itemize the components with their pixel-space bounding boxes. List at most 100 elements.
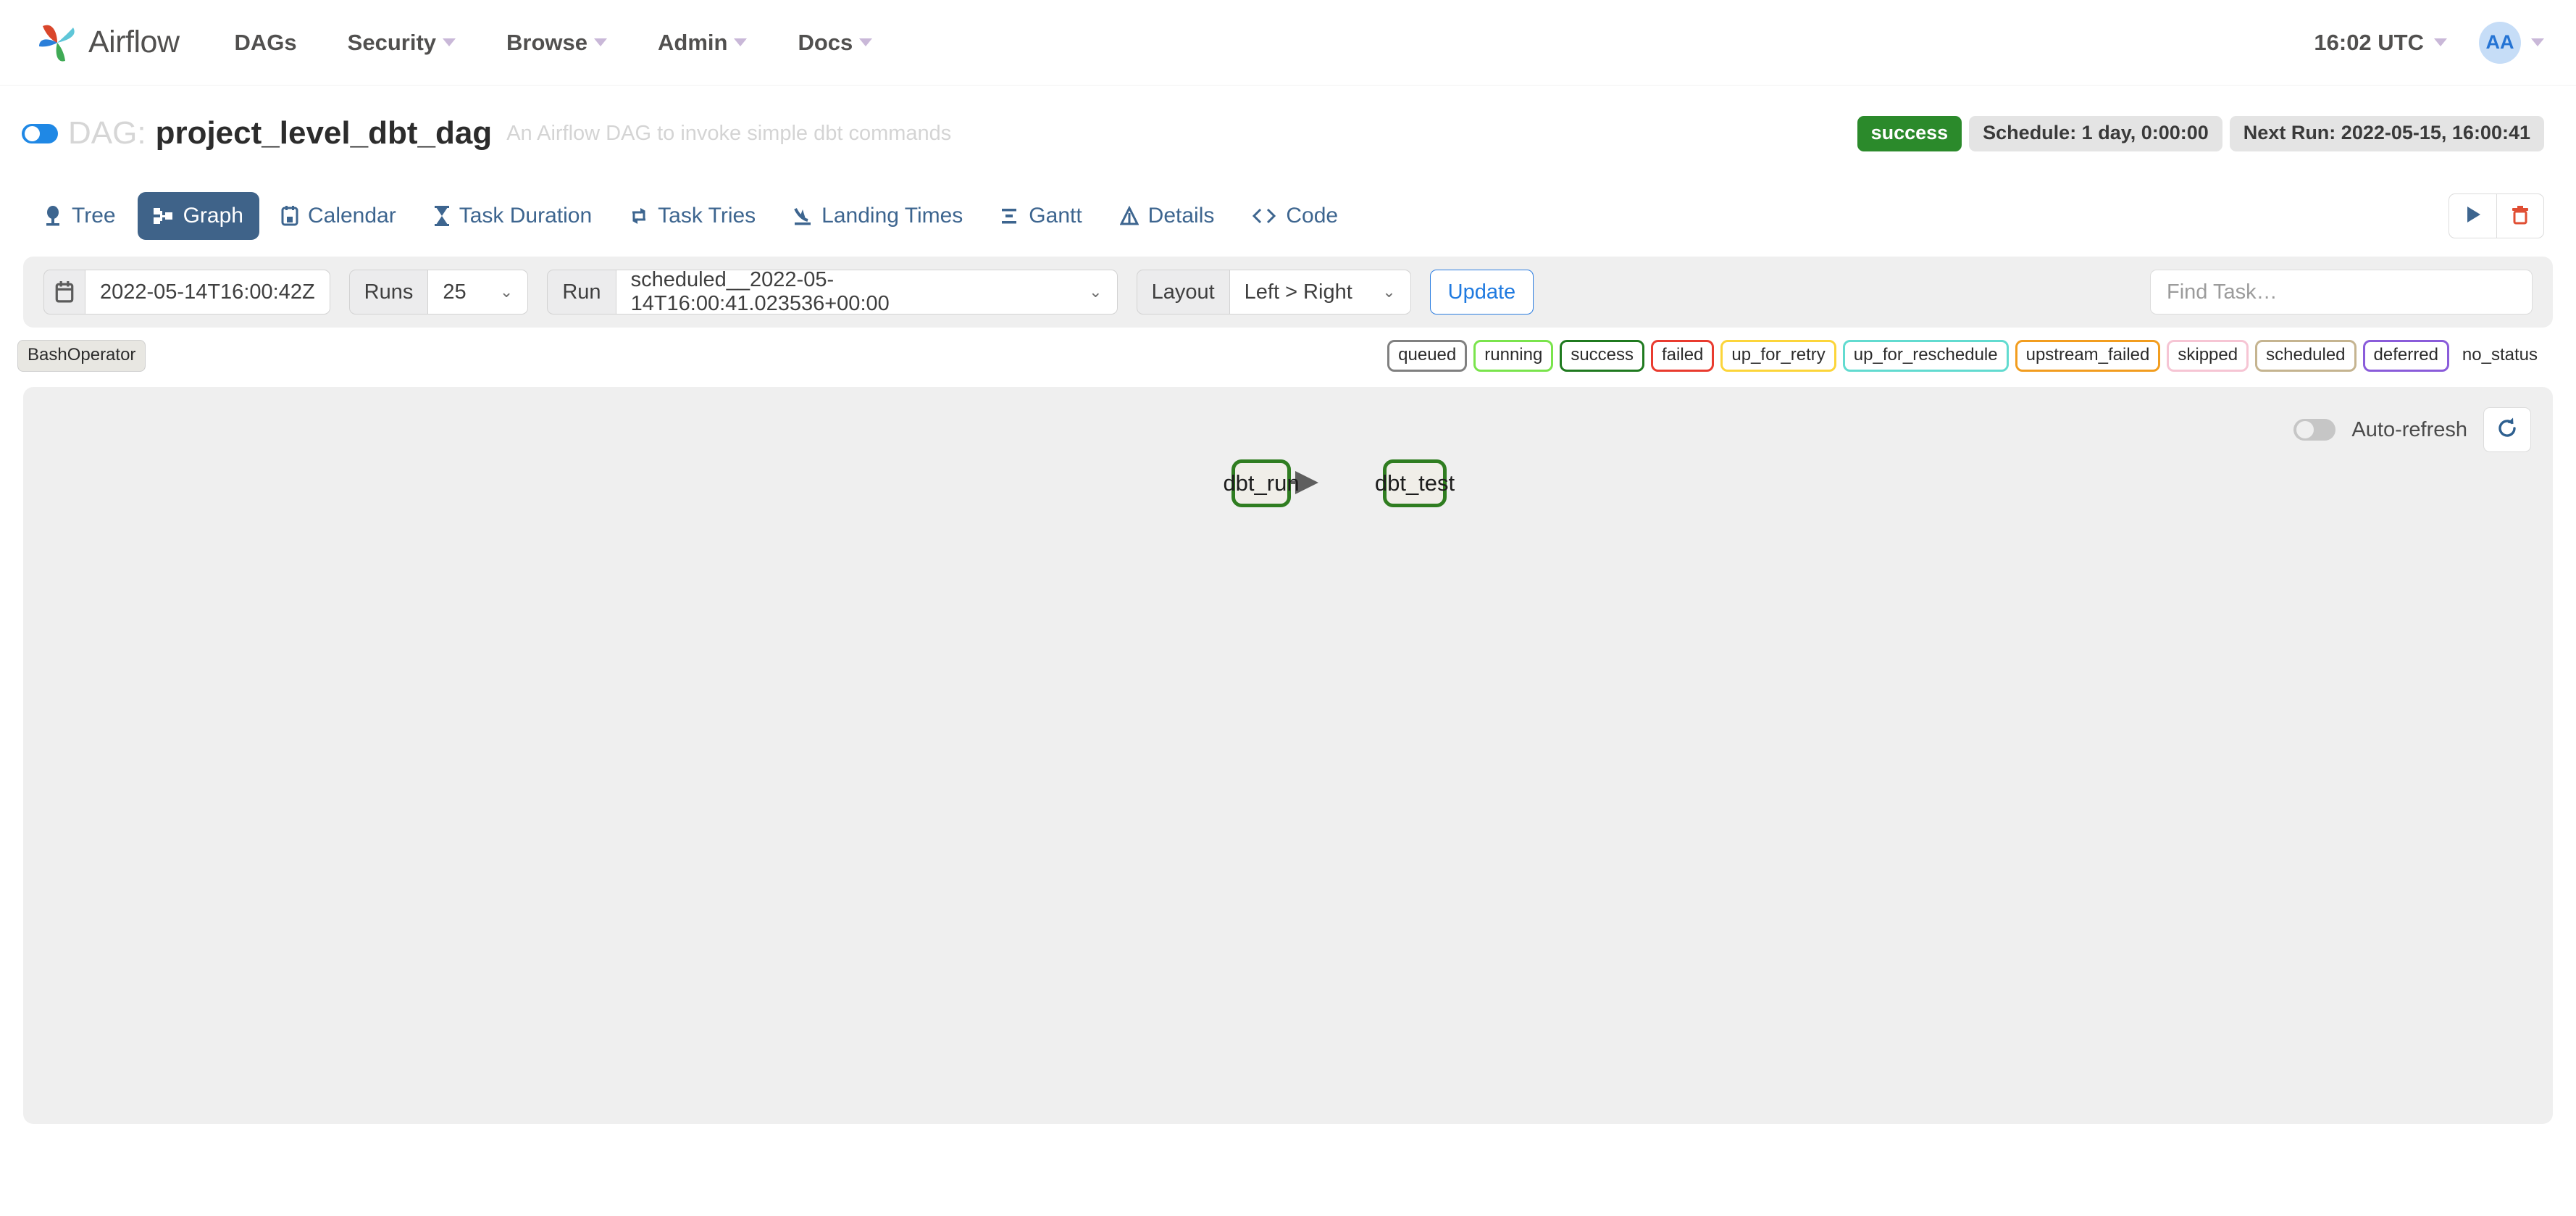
dag-header: DAG: project_level_dbt_dag An Airflow DA… xyxy=(0,103,2576,164)
run-select[interactable]: scheduled__2022-05-14T16:00:41.023536+00… xyxy=(616,268,1118,315)
tab-task-duration-label: Task Duration xyxy=(459,204,593,228)
legend-state-failed: failed xyxy=(1651,340,1715,372)
layout-select[interactable]: Left > Right ⌄ xyxy=(1229,270,1411,315)
layout-group: Layout Left > Right ⌄ xyxy=(1136,270,1411,315)
gantt-icon xyxy=(1000,206,1019,226)
legend-state-up-for-retry: up_for_retry xyxy=(1720,340,1836,372)
chevron-down-icon xyxy=(2531,38,2544,46)
schedule-badge: Schedule: 1 day, 0:00:00 xyxy=(1969,115,2222,151)
runs-select-value: 25 xyxy=(443,280,467,304)
graph-toolbar: 2022-05-14T16:00:42Z Runs 25 ⌄ Run sched… xyxy=(23,257,2553,328)
graph-icon xyxy=(153,206,174,226)
legend-state-up-for-reschedule: up_for_reschedule xyxy=(1842,340,2009,372)
tab-task-duration[interactable]: Task Duration xyxy=(418,192,608,240)
avatar: AA xyxy=(2479,21,2521,64)
chevron-down-icon xyxy=(2434,38,2447,46)
tab-code[interactable]: Code xyxy=(1236,192,1354,240)
status-badge: success xyxy=(1857,115,1962,151)
nav-link-dags-label: DAGs xyxy=(234,29,297,55)
calendar-icon[interactable] xyxy=(43,270,85,315)
chevron-down-icon: ⌄ xyxy=(1089,283,1103,301)
legend-state-success: success xyxy=(1560,340,1645,372)
page-title: project_level_dbt_dag xyxy=(155,115,493,151)
tab-tree[interactable]: Tree xyxy=(28,192,132,240)
next-run-badge: Next Run: 2022-05-15, 16:00:41 xyxy=(2229,115,2544,151)
task-state-legend: queued running success failed up_for_ret… xyxy=(1387,340,2548,372)
legend-state-deferred: deferred xyxy=(2362,340,2449,372)
hourglass-icon xyxy=(434,206,450,226)
tree-icon xyxy=(43,206,62,226)
runs-label: Runs xyxy=(348,270,429,315)
nav-links: DAGs Security Browse Admin Docs xyxy=(235,30,873,56)
airflow-pinwheel-icon xyxy=(33,19,81,67)
trigger-dag-button[interactable] xyxy=(2449,193,2496,238)
legend-state-no-status: no_status xyxy=(2462,345,2538,365)
legend-state-scheduled: scheduled xyxy=(2255,340,2357,372)
brand-logo[interactable]: Airflow xyxy=(33,19,180,67)
toggle-knob xyxy=(25,125,40,141)
chevron-down-icon xyxy=(443,38,456,46)
tab-details[interactable]: Details xyxy=(1104,192,1231,240)
tab-gantt[interactable]: Gantt xyxy=(984,192,1097,240)
nav-link-docs[interactable]: Docs xyxy=(798,29,873,56)
tab-code-label: Code xyxy=(1286,204,1339,228)
nav-link-admin[interactable]: Admin xyxy=(658,29,748,56)
nav-link-docs-label: Docs xyxy=(798,29,853,55)
legend-state-upstream-failed: upstream_failed xyxy=(2015,340,2161,372)
run-label: Run xyxy=(547,270,616,315)
dag-actions xyxy=(2449,193,2544,238)
find-task-input[interactable]: Find Task… xyxy=(2150,270,2533,315)
calendar-icon xyxy=(281,206,298,226)
user-menu[interactable]: AA xyxy=(2479,21,2544,64)
nav-link-admin-label: Admin xyxy=(658,29,728,55)
dag-badges: success Schedule: 1 day, 0:00:00 Next Ru… xyxy=(1857,115,2544,151)
task-node-label: dbt_run xyxy=(1223,470,1300,496)
dag-label: DAG: xyxy=(68,115,146,151)
tab-landing-times[interactable]: Landing Times xyxy=(777,192,979,240)
delete-dag-button[interactable] xyxy=(2496,193,2544,238)
tab-graph-label: Graph xyxy=(183,204,243,228)
legend-state-running: running xyxy=(1473,340,1554,372)
chevron-down-icon: ⌄ xyxy=(1382,283,1396,301)
operator-badge: BashOperator xyxy=(17,340,146,372)
runs-group: Runs 25 ⌄ xyxy=(348,270,529,315)
tab-task-tries-label: Task Tries xyxy=(658,204,756,228)
landing-icon xyxy=(793,206,812,226)
utc-clock-label: 16:02 UTC xyxy=(2314,29,2424,55)
run-group: Run scheduled__2022-05-14T16:00:41.02353… xyxy=(547,268,1118,315)
trash-icon xyxy=(2511,204,2530,228)
utc-clock[interactable]: 16:02 UTC xyxy=(2314,30,2447,56)
task-node-dbt-test[interactable]: dbt_test xyxy=(1375,459,1455,507)
dag-tabs: Tree Graph Calendar Task Duration Task T… xyxy=(28,192,1354,240)
tab-calendar[interactable]: Calendar xyxy=(265,192,412,240)
update-button[interactable]: Update xyxy=(1429,270,1534,315)
runs-select[interactable]: 25 ⌄ xyxy=(428,270,529,315)
nav-link-security[interactable]: Security xyxy=(348,30,456,56)
legend-row: BashOperator queued running success fail… xyxy=(0,333,2576,378)
tab-task-tries[interactable]: Task Tries xyxy=(614,192,771,240)
base-date-group: 2022-05-14T16:00:42Z xyxy=(43,270,330,315)
task-node-dbt-run[interactable]: dbt_run xyxy=(1223,459,1300,507)
nav-link-browse-label: Browse xyxy=(506,29,587,55)
run-select-value: scheduled__2022-05-14T16:00:41.023536+00… xyxy=(630,268,890,315)
tab-tree-label: Tree xyxy=(72,204,116,228)
code-icon xyxy=(1252,206,1276,226)
top-navbar: Airflow DAGs Security Browse Admin Docs … xyxy=(0,0,2576,86)
task-node-label: dbt_test xyxy=(1374,470,1455,496)
nav-link-dags[interactable]: DAGs xyxy=(235,30,297,56)
dag-tabs-row: Tree Graph Calendar Task Duration Task T… xyxy=(0,183,2576,249)
dag-description: An Airflow DAG to invoke simple dbt comm… xyxy=(506,121,952,145)
legend-state-skipped: skipped xyxy=(2167,340,2249,372)
nav-link-security-label: Security xyxy=(347,29,437,55)
layout-label: Layout xyxy=(1136,270,1230,315)
base-date-input[interactable]: 2022-05-14T16:00:42Z xyxy=(85,270,330,315)
dag-pause-toggle[interactable] xyxy=(22,123,58,143)
legend-state-queued: queued xyxy=(1387,340,1468,372)
tab-calendar-label: Calendar xyxy=(307,204,396,228)
brand-name: Airflow xyxy=(88,25,180,59)
chevron-down-icon xyxy=(734,38,748,46)
chevron-down-icon: ⌄ xyxy=(499,283,514,301)
tab-graph[interactable]: Graph xyxy=(137,192,259,240)
graph-canvas[interactable]: Auto-refresh dbt_run dbt_test xyxy=(23,387,2553,1124)
nav-link-browse[interactable]: Browse xyxy=(506,30,607,56)
